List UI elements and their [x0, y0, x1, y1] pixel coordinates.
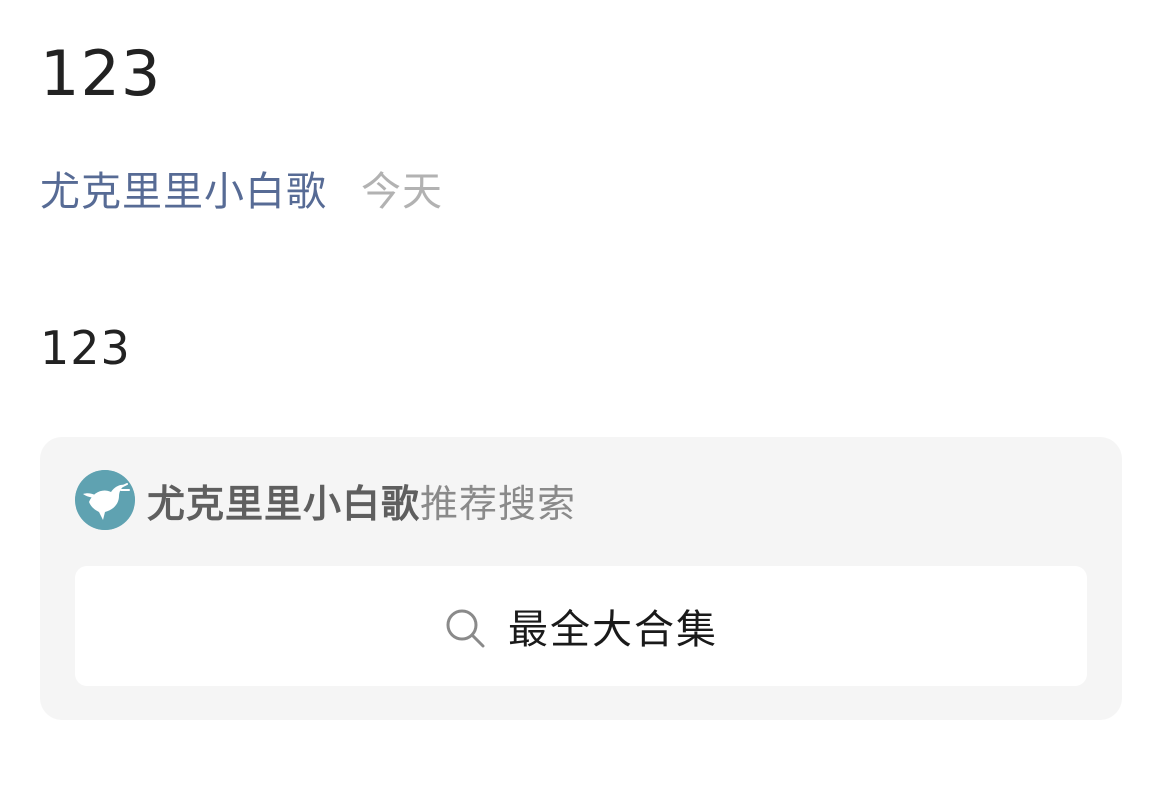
article-title: 123 — [40, 37, 162, 110]
publish-date: 今天 — [361, 169, 443, 215]
search-query-text: 最全大合集 — [508, 607, 718, 653]
recommended-search-button[interactable]: 最全大合集 — [75, 566, 1087, 686]
card-account-name: 尤克里里小白歌 — [147, 481, 421, 526]
article-body: 123 — [40, 321, 131, 375]
card-suffix: 推荐搜索 — [420, 481, 577, 526]
card-header[interactable]: 尤克里里小白歌 推荐搜索 — [75, 470, 576, 530]
dove-icon — [75, 470, 135, 530]
search-icon — [444, 607, 486, 649]
author-link[interactable]: 尤克里里小白歌 — [40, 159, 327, 217]
article-meta: 尤克里里小白歌 今天 — [40, 160, 443, 216]
recommend-search-card: 尤克里里小白歌 推荐搜索 最全大合集 — [40, 437, 1122, 720]
